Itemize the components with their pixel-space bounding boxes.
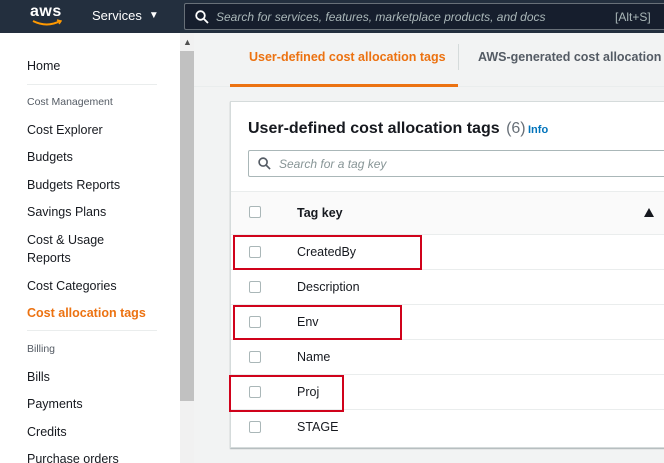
sort-ascending-icon[interactable] (644, 208, 654, 217)
table-row[interactable]: STAGE (231, 410, 664, 445)
sidebar-item-home[interactable]: Home (27, 57, 60, 75)
sidebar-item-cost-explorer[interactable]: Cost Explorer (27, 121, 103, 139)
table-row[interactable]: Description (231, 270, 664, 305)
table-header: Tag key (231, 191, 664, 235)
info-link[interactable]: Info (528, 124, 548, 136)
sidebar-item-cost-allocation-tags[interactable]: Cost allocation tags (27, 304, 146, 322)
tab-user-defined-tags[interactable]: User-defined cost allocation tags (249, 50, 446, 64)
scroll-up-arrow-icon[interactable]: ▲ (183, 37, 192, 47)
row-checkbox[interactable] (249, 281, 261, 293)
sidebar-item-budgets[interactable]: Budgets (27, 148, 73, 166)
select-all-checkbox[interactable] (249, 206, 261, 218)
search-icon (195, 10, 209, 24)
tag-search-input[interactable]: Search for a tag key (248, 150, 664, 177)
sidebar-item-cost-categories[interactable]: Cost Categories (27, 277, 117, 295)
sidebar-item-cost-usage-reports[interactable]: Cost & Usage (27, 231, 104, 249)
active-tab-indicator (230, 84, 458, 87)
sidebar-scrollbar-thumb[interactable] (180, 51, 194, 401)
tab-aws-generated-tags[interactable]: AWS-generated cost allocation t (478, 50, 664, 64)
table-row[interactable]: Name (231, 340, 664, 375)
tag-count-badge: (6) (506, 120, 526, 137)
row-checkbox[interactable] (249, 421, 261, 433)
annotation-highlight-proj (229, 375, 344, 412)
aws-smile-icon (32, 19, 62, 26)
card-title-text: User-defined cost allocation tags (248, 120, 500, 137)
sidebar: Home Cost Management Cost Explorer Budge… (0, 33, 194, 463)
caret-down-icon: ▼ (148, 10, 159, 21)
sidebar-item-bills[interactable]: Bills (27, 368, 50, 386)
aws-logo[interactable]: aws (30, 3, 64, 29)
services-label: Services (92, 8, 142, 23)
search-icon (258, 157, 271, 170)
sidebar-divider (27, 330, 157, 331)
tag-key-cell: Name (297, 350, 331, 364)
column-header-tag-key[interactable]: Tag key (297, 206, 343, 220)
row-checkbox[interactable] (249, 351, 261, 363)
sidebar-item-budgets-reports[interactable]: Budgets Reports (27, 176, 120, 194)
search-shortcut-hint: [Alt+S] (615, 10, 651, 24)
annotation-highlight-env (233, 305, 402, 340)
sidebar-item-cost-usage-reports-line2[interactable]: Reports (27, 249, 71, 267)
services-menu-button[interactable]: Services ▼ (92, 8, 159, 23)
sidebar-section-cost-management: Cost Management (27, 96, 113, 108)
card-title: User-defined cost allocation tags (6) (248, 120, 526, 138)
sidebar-section-billing: Billing (27, 343, 56, 355)
top-navigation-bar: aws Services ▼ Search for services, feat… (0, 0, 664, 33)
tag-key-cell: STAGE (297, 420, 339, 434)
sidebar-item-savings-plans[interactable]: Savings Plans (27, 203, 106, 221)
annotation-highlight-createdby (233, 235, 422, 270)
sidebar-divider (27, 84, 157, 85)
tag-search-placeholder: Search for a tag key (279, 157, 387, 171)
sidebar-item-payments[interactable]: Payments (27, 395, 83, 413)
sidebar-item-purchase-orders[interactable]: Purchase orders (27, 450, 119, 463)
tag-key-cell: Description (297, 280, 360, 294)
global-search-placeholder: Search for services, features, marketpla… (216, 10, 546, 24)
sidebar-item-credits[interactable]: Credits (27, 423, 67, 441)
global-search-input[interactable]: Search for services, features, marketpla… (184, 3, 664, 30)
tab-separator (458, 44, 459, 70)
